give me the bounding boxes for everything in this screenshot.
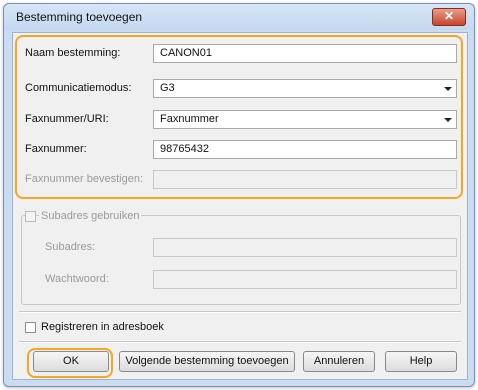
subaddress-label: Subadres:: [45, 241, 96, 253]
subaddress-group: [21, 215, 461, 305]
close-button[interactable]: ✕: [432, 8, 466, 26]
name-label: Naam bestemming:: [25, 47, 121, 59]
cancel-button[interactable]: Annuleren: [303, 351, 375, 372]
fax-uri-select[interactable]: Faxnummer: [153, 110, 457, 129]
divider: [19, 311, 461, 313]
fax-label: Faxnummer:: [25, 143, 87, 155]
dialog-title: Bestemming toevoegen: [16, 10, 143, 24]
fax-uri-select-value: Faxnummer: [160, 113, 219, 125]
register-checkbox[interactable]: [25, 322, 36, 333]
confirm-fax-input[interactable]: [153, 170, 457, 189]
dialog-window: Bestemming toevoegen ✕ Naam bestemming: …: [3, 3, 475, 387]
fax-number-input[interactable]: 98765432: [153, 140, 457, 159]
chevron-down-icon: [444, 118, 452, 122]
subaddress-checkbox-label: Subadres gebruiken: [39, 210, 142, 222]
ok-button[interactable]: OK: [33, 351, 109, 372]
mode-label: Communicatiemodus:: [25, 82, 132, 94]
subaddress-input[interactable]: [153, 238, 457, 257]
dialog-body: Naam bestemming: CANON01 Communicatiemod…: [12, 32, 468, 380]
subaddress-checkbox[interactable]: [25, 211, 36, 222]
fax-uri-label: Faxnummer/URI:: [25, 113, 109, 125]
divider: [19, 341, 461, 343]
chevron-down-icon: [444, 87, 452, 91]
close-icon: ✕: [443, 9, 455, 23]
next-destination-button[interactable]: Volgende bestemming toevoegen: [119, 351, 295, 372]
mode-select-value: G3: [160, 82, 175, 94]
help-button[interactable]: Help: [385, 351, 457, 372]
password-input[interactable]: [153, 270, 457, 289]
register-label: Registreren in adresboek: [41, 321, 164, 333]
password-label: Wachtwoord:: [45, 273, 109, 285]
mode-select[interactable]: G3: [153, 79, 457, 98]
name-input[interactable]: CANON01: [153, 44, 457, 63]
title-bar[interactable]: Bestemming toevoegen ✕: [4, 4, 474, 30]
confirm-fax-label: Faxnummer bevestigen:: [25, 173, 143, 185]
